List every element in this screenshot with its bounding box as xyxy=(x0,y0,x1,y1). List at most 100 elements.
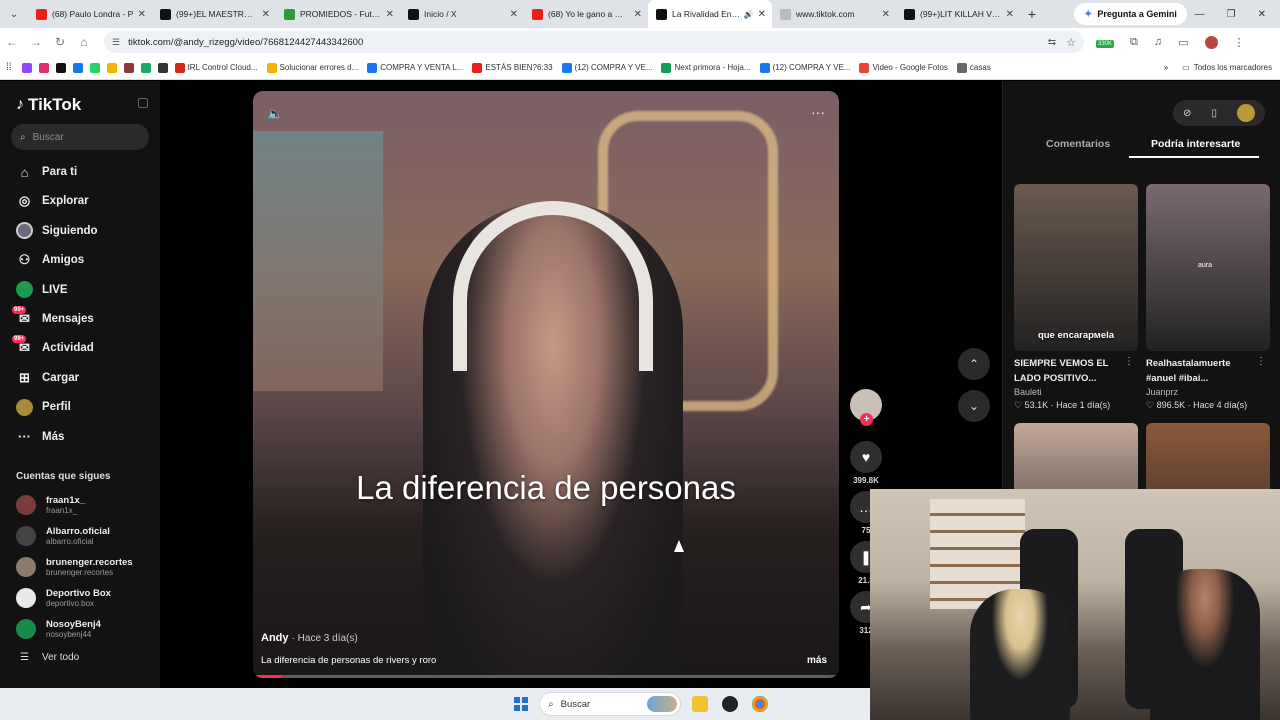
bookmark-favicon-icon[interactable] xyxy=(157,62,168,73)
creator-avatar[interactable]: + xyxy=(850,389,882,426)
video-author[interactable]: Andy · Hace 3 día(s) xyxy=(261,632,358,644)
bookmark-favicon-icon[interactable] xyxy=(21,62,32,73)
sidebar-item[interactable]: Siguiendo xyxy=(16,221,98,241)
collapse-sidebar-icon[interactable] xyxy=(138,98,148,108)
browser-tab[interactable]: (99+)LIT KILLAH VS C ✕ xyxy=(896,0,1020,28)
tab-close-icon[interactable]: ✕ xyxy=(882,9,890,20)
windows-start-icon[interactable] xyxy=(514,697,528,711)
chrome-icon[interactable] xyxy=(752,696,768,712)
followed-account[interactable]: Albarro.oficial albarro.oficial xyxy=(16,524,156,548)
sidebar-item[interactable]: ··· Más xyxy=(16,427,64,447)
extension-counter[interactable]: 330K xyxy=(1096,36,1115,48)
browser-tab[interactable]: La Rivalidad Entre 🔊 ✕ xyxy=(648,0,772,28)
tab-close-icon[interactable]: ✕ xyxy=(386,9,394,20)
next-video-button[interactable]: ⌄ xyxy=(958,390,990,422)
app-icon[interactable] xyxy=(722,696,738,712)
bookmark-favicon-icon[interactable] xyxy=(72,62,83,73)
taskbar-search-input[interactable]: ⌕ Buscar xyxy=(539,692,681,716)
bookmark-item[interactable]: Next primora - Hoja... xyxy=(661,62,751,73)
gemini-button[interactable]: ✦ Pregunta a Gemini xyxy=(1074,3,1187,25)
sidebar-icon[interactable]: ▭ xyxy=(1178,36,1188,49)
bookmark-item[interactable]: Solucionar errores d... xyxy=(266,62,358,73)
bookmark-favicon-icon[interactable] xyxy=(123,62,134,73)
sidebar-item[interactable]: ◎ Explorar xyxy=(16,191,89,211)
sidebar-item[interactable]: ⚇ Amigos xyxy=(16,250,85,270)
follow-plus-icon[interactable]: + xyxy=(860,413,873,426)
recommended-video-card[interactable]: que encarармela ⋮ SIEMPRE VEMOS EL LADO PO… xyxy=(1014,184,1138,411)
tab-close-icon[interactable]: ✕ xyxy=(510,9,518,20)
card-user[interactable]: Bauleti xyxy=(1014,387,1138,397)
browser-tab[interactable]: PROMIEDOS - Futbol ✕ xyxy=(276,0,400,28)
video-more-button[interactable]: más xyxy=(807,655,827,666)
tab-close-icon[interactable]: ✕ xyxy=(758,9,766,20)
reload-icon[interactable]: ↻ xyxy=(48,35,72,49)
media-icon[interactable]: ♫ xyxy=(1154,36,1162,48)
browser-tab[interactable]: (68) Paulo Londra - P ✕ xyxy=(28,0,152,28)
video-thumbnail[interactable]: aura xyxy=(1146,184,1270,351)
address-bar[interactable]: ☰ tiktok.com/@andy_rizegg/video/76681244… xyxy=(104,31,1084,53)
tab-search-icon[interactable]: ⌄ xyxy=(0,0,28,28)
search-input[interactable]: ⌕ Buscar xyxy=(11,124,149,150)
browser-tab[interactable]: (68) Yo le gano a Gen ✕ xyxy=(524,0,648,28)
sidebar-item[interactable]: ⌂ Para ti xyxy=(16,162,78,182)
bookmark-favicon-icon[interactable] xyxy=(38,62,49,73)
video-progress-bar[interactable] xyxy=(253,675,839,678)
tab-audio-icon[interactable]: 🔊 xyxy=(744,10,754,19)
bookmark-item[interactable]: (12) COMPRA Y VE... xyxy=(759,62,850,73)
tab-close-icon[interactable]: ✕ xyxy=(262,9,270,20)
sidebar-item[interactable]: LIVE xyxy=(16,280,68,300)
apps-icon[interactable]: ⁞⁞ xyxy=(6,62,12,73)
followed-account[interactable]: brunenger.recortes brunenger.recortes xyxy=(16,555,156,579)
followed-account[interactable]: NosoyBenj4 nosoybenj44 xyxy=(16,617,156,641)
forward-icon[interactable]: → xyxy=(24,35,48,49)
sidebar-item[interactable]: ✉ 99+ Actividad xyxy=(12,334,94,358)
bookmark-favicon-icon[interactable] xyxy=(89,62,100,73)
new-tab-button[interactable]: + xyxy=(1020,6,1044,22)
tab-close-icon[interactable]: ✕ xyxy=(1006,9,1014,20)
video-thumbnail[interactable]: que encarармela xyxy=(1014,184,1138,351)
video-player[interactable]: 🔈 ··· La diferencia de personas Andy · H… xyxy=(253,91,839,678)
previous-video-button[interactable]: ⌃ xyxy=(958,348,990,380)
recommended-video-card[interactable]: aura ⋮ Realhastalamuerte #anuel #ibai... Ju… xyxy=(1146,184,1270,411)
volume-icon[interactable]: 🔈 xyxy=(267,106,283,122)
bookmark-item[interactable]: Video - Google Fotos xyxy=(859,62,948,73)
bookmark-item[interactable]: casas xyxy=(956,62,991,73)
browser-tab[interactable]: (99+)EL MAESTRO DE ✕ xyxy=(152,0,276,28)
device-icon[interactable]: ▯ xyxy=(1211,108,1217,119)
video-more-icon[interactable]: ··· xyxy=(811,104,825,120)
profile-avatar[interactable] xyxy=(1204,35,1218,49)
bookmark-favicon-icon[interactable] xyxy=(106,62,117,73)
home-icon[interactable]: ⌂ xyxy=(72,35,96,49)
browser-menu-icon[interactable]: ⋮ xyxy=(1234,36,1245,49)
minimize-icon[interactable]: — xyxy=(1195,9,1205,20)
all-bookmarks[interactable]: ▭ Todos los marcadores xyxy=(1182,63,1272,72)
bookmark-item[interactable]: IRL Control Cloud... xyxy=(174,62,258,73)
file-explorer-icon[interactable] xyxy=(692,696,708,712)
card-user[interactable]: Juanprz xyxy=(1146,387,1270,397)
bookmark-item[interactable]: COMPRA Y VENTA L... xyxy=(367,62,463,73)
bookmark-item[interactable]: (12) COMPRA Y VE... xyxy=(561,62,652,73)
followed-account[interactable]: Deportivo Box deportivo.box xyxy=(16,586,156,610)
sidebar-item[interactable]: Perfil xyxy=(16,397,71,417)
tiktok-logo[interactable]: ♪ TikTok xyxy=(16,95,81,115)
coin-icon[interactable]: ⊘ xyxy=(1183,108,1191,119)
sidebar-item[interactable]: ⊞ Cargar xyxy=(16,368,79,388)
close-window-icon[interactable]: ✕ xyxy=(1258,9,1266,20)
tab-podria-interesarte[interactable]: Podría interesarte xyxy=(1151,138,1240,150)
tab-comentarios[interactable]: Comentarios xyxy=(1046,138,1110,150)
user-avatar[interactable] xyxy=(1236,104,1255,122)
bookmarks-overflow-icon[interactable]: » xyxy=(1164,63,1168,72)
like-icon[interactable]: ♥ xyxy=(850,441,882,473)
translate-icon[interactable]: ⇆ xyxy=(1048,37,1056,48)
extensions-icon[interactable]: ⧉ xyxy=(1130,36,1138,49)
tab-close-icon[interactable]: ✕ xyxy=(634,9,642,20)
bookmark-item[interactable]: ESTÁS BIEN?6:33 xyxy=(472,62,553,73)
browser-tab[interactable]: Inicio / X ✕ xyxy=(400,0,524,28)
restore-icon[interactable]: ❐ xyxy=(1227,9,1236,20)
back-icon[interactable]: ← xyxy=(0,35,24,49)
site-info-icon[interactable]: ☰ xyxy=(112,37,120,48)
card-menu-icon[interactable]: ⋮ xyxy=(1256,356,1266,367)
bookmark-favicon-icon[interactable] xyxy=(55,62,66,73)
followed-account[interactable]: fraan1x_ fraan1x_ xyxy=(16,493,156,517)
bookmark-star-icon[interactable]: ☆ xyxy=(1066,36,1076,49)
